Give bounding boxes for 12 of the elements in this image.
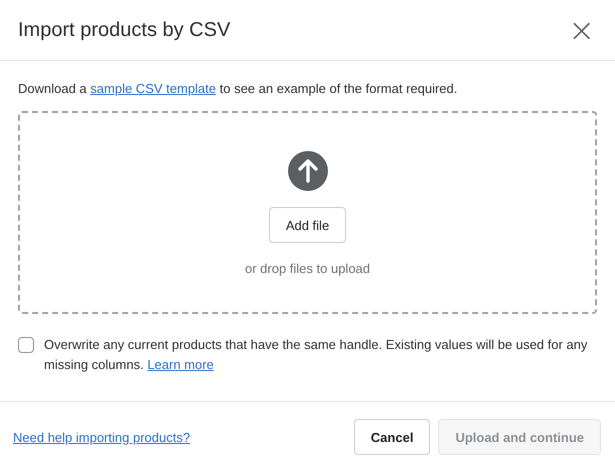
learn-more-link[interactable]: Learn more — [147, 357, 214, 372]
overwrite-checkbox[interactable] — [18, 337, 34, 353]
close-button[interactable]: × — [566, 16, 597, 44]
drop-hint: or drop files to upload — [244, 261, 370, 276]
intro-text: Download a sample CSV template to see an example of the format required. — [18, 81, 458, 96]
template-link[interactable]: sample CSV template — [90, 81, 216, 96]
add-file-button[interactable]: Add file — [268, 207, 346, 243]
overwrite-label: Overwrite any current products that have the same handle. Existing values will be used for any missing columns. Learn more — [44, 336, 588, 374]
dialog-title: Import products by CSV — [18, 18, 230, 42]
file-dropzone[interactable]: Add file or drop files to upload — [18, 111, 597, 314]
cancel-button[interactable]: Cancel — [354, 419, 430, 455]
help-link[interactable]: Need help importing products? — [13, 430, 190, 444]
